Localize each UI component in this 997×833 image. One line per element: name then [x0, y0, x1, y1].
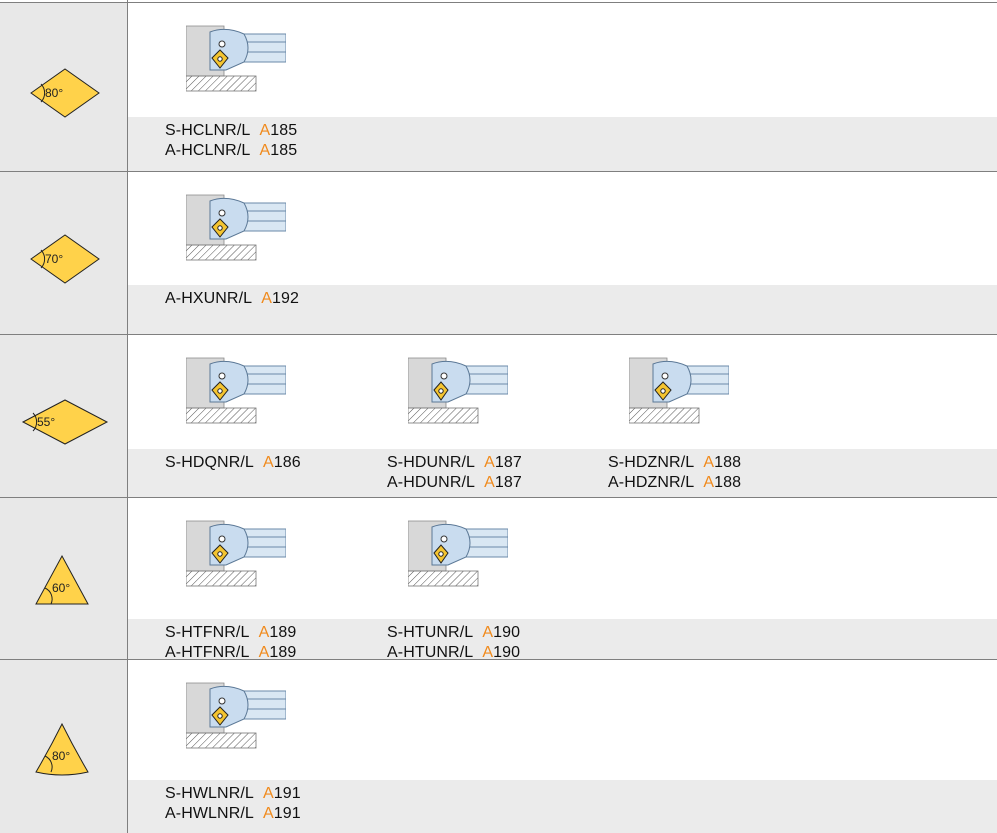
insert-rhombic-icon: 55°: [21, 399, 109, 445]
tool-code[interactable]: A-HCLNR/L A185: [165, 141, 297, 161]
tool-illustration: [407, 350, 509, 425]
row-divider: [0, 2, 997, 3]
tool-illustration: [185, 513, 287, 588]
catalog-page-letter: A: [259, 122, 271, 139]
catalog-page-letter: A: [482, 624, 494, 641]
tool-code-name: A-HCLNR/L: [165, 142, 251, 159]
catalog-page-number: 187: [494, 474, 522, 491]
tool-code-name: S-HTFNR/L: [165, 624, 250, 641]
tool-illustration: [185, 675, 287, 750]
insert-symbol: 70°: [0, 214, 127, 304]
tool-illustration: [407, 513, 509, 588]
boring-bar-tool-icon: [185, 357, 287, 424]
insert-angle-label: 60°: [52, 581, 70, 595]
insert-trigon-icon: 80°: [35, 722, 89, 776]
row-divider: [0, 497, 997, 498]
tool-code-name: S-HWLNR/L: [165, 785, 254, 802]
catalog-page-letter: A: [703, 454, 715, 471]
tool-code[interactable]: S-HDZNR/L A188: [608, 453, 741, 473]
catalog-page-number: 192: [272, 290, 300, 307]
boring-bar-tool-icon: [185, 682, 287, 749]
boring-bar-tool-icon: [628, 357, 730, 424]
catalog-page-number: 188: [714, 454, 742, 471]
catalog-page-number: 188: [714, 474, 742, 491]
toolholder-selection-table: 80° S-HCLNR/L A185 A-HCLNR/L A185 70° A-HXUN…: [0, 0, 997, 833]
boring-bar-tool-icon: [185, 520, 287, 587]
tool-code-name: S-HDZNR/L: [608, 454, 695, 471]
tool-code[interactable]: A-HTFNR/L A189: [165, 643, 296, 663]
insert-rhombic-icon: 70°: [30, 234, 100, 284]
tool-code[interactable]: S-HCLNR/L A185: [165, 121, 297, 141]
catalog-page-number: 185: [270, 122, 298, 139]
tool-code[interactable]: S-HTUNR/L A190: [387, 623, 520, 643]
catalog-page-letter: A: [263, 454, 274, 471]
boring-bar-tool-icon: [407, 520, 509, 587]
insert-symbol: 80°: [0, 707, 127, 797]
tool-code[interactable]: A-HTUNR/L A190: [387, 643, 520, 663]
column-divider: [127, 0, 128, 833]
catalog-page-number: 191: [273, 805, 301, 822]
tool-code-name: A-HDZNR/L: [608, 474, 695, 491]
tool-illustration: [185, 187, 287, 262]
tool-code[interactable]: A-HDZNR/L A188: [608, 473, 741, 493]
catalog-page-letter: A: [484, 474, 495, 491]
insert-angle-label: 55°: [37, 415, 55, 429]
catalog-page-number: 189: [269, 624, 297, 641]
insert-angle-label: 70°: [45, 252, 63, 266]
catalog-page-number: 187: [494, 454, 522, 471]
tool-code[interactable]: S-HDUNR/L A187: [387, 453, 522, 473]
insert-symbol: 80°: [0, 48, 127, 138]
tool-code-name: S-HDUNR/L: [387, 454, 476, 471]
catalog-page-letter: A: [261, 290, 273, 307]
catalog-page-number: 190: [493, 624, 521, 641]
tool-code[interactable]: A-HXUNR/L A192: [165, 289, 299, 309]
tool-code[interactable]: S-HTFNR/L A189: [165, 623, 296, 643]
boring-bar-tool-icon: [185, 194, 287, 261]
tool-illustration: [628, 350, 730, 425]
tool-code[interactable]: S-HDQNR/L A186: [165, 453, 301, 473]
boring-bar-tool-icon: [407, 357, 509, 424]
insert-symbol: 55°: [0, 377, 127, 467]
tool-code[interactable]: A-HWLNR/L A191: [165, 804, 301, 824]
row-divider: [0, 334, 997, 335]
tool-code-name: S-HTUNR/L: [387, 624, 474, 641]
catalog-page-letter: A: [258, 624, 270, 641]
tool-code[interactable]: S-HWLNR/L A191: [165, 784, 301, 804]
tool-code-name: A-HWLNR/L: [165, 805, 254, 822]
catalog-page-letter: A: [703, 474, 715, 491]
boring-bar-tool-icon: [185, 25, 287, 92]
catalog-page-number: 191: [273, 785, 301, 802]
tool-illustration: [185, 18, 287, 93]
catalog-page-letter: A: [259, 142, 271, 159]
row-divider: [0, 171, 997, 172]
insert-triangle-icon: 60°: [35, 554, 89, 605]
insert-angle-label: 80°: [52, 749, 70, 763]
insert-symbol: 60°: [0, 539, 127, 629]
insert-rhombic-icon: 80°: [30, 68, 100, 118]
tool-code-name: S-HDQNR/L: [165, 454, 254, 471]
catalog-page-number: 185: [270, 142, 298, 159]
catalog-page-letter: A: [263, 785, 274, 802]
catalog-page-letter: A: [484, 454, 495, 471]
tool-illustration: [185, 350, 287, 425]
catalog-page-letter: A: [263, 805, 274, 822]
tool-code-name: S-HCLNR/L: [165, 122, 251, 139]
insert-angle-label: 80°: [45, 86, 63, 100]
tool-code-name: A-HDUNR/L: [387, 474, 476, 491]
row-divider: [0, 659, 997, 660]
tool-code-name: A-HXUNR/L: [165, 290, 253, 307]
catalog-page-number: 186: [273, 454, 301, 471]
tool-code[interactable]: A-HDUNR/L A187: [387, 473, 522, 493]
